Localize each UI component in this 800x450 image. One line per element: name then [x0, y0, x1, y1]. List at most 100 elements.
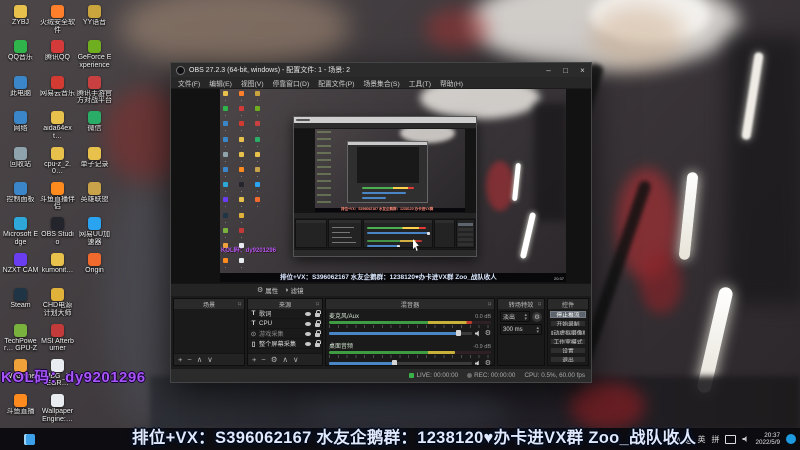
- menu-item[interactable]: 工具(T): [405, 78, 435, 88]
- desktop-icon[interactable]: 网易云音乐: [39, 73, 76, 108]
- desktop-icon[interactable]: YY语音: [76, 2, 113, 37]
- desktop-icon[interactable]: 微信: [76, 108, 113, 143]
- desktop-icon[interactable]: Steam: [2, 285, 39, 320]
- taskbar-clock[interactable]: 20:37 2022/5/9: [755, 432, 780, 446]
- lock-icon[interactable]: [315, 309, 321, 317]
- source-properties-button[interactable]: ⚙ 属性: [257, 285, 278, 295]
- lock-icon[interactable]: [315, 319, 321, 327]
- desktop-icon[interactable]: 腾讯QQ: [39, 37, 76, 72]
- minimize-button[interactable]: –: [540, 63, 557, 77]
- desktop-icon[interactable]: kumonit…: [39, 250, 76, 285]
- desktop-icon[interactable]: 回收站: [2, 144, 39, 179]
- desktop-icon[interactable]: 斗鱼直播: [2, 391, 39, 426]
- control-button[interactable]: 设置: [550, 346, 586, 355]
- menu-item[interactable]: 配置文件(P): [314, 78, 358, 88]
- sources-toolbar-button[interactable]: ∧: [283, 355, 289, 364]
- desktop-icon[interactable]: Origin: [76, 250, 113, 285]
- scenes-toolbar-button[interactable]: −: [187, 355, 191, 364]
- volume-slider-handle[interactable]: [455, 330, 461, 337]
- scenes-toolbar-button[interactable]: ∧: [197, 355, 203, 364]
- sources-toolbar-button[interactable]: ⚙: [271, 355, 278, 364]
- transition-select[interactable]: 淡出 ▴ ▾: [500, 311, 530, 322]
- lock-icon[interactable]: [315, 329, 321, 337]
- desktop-icon[interactable]: 此电脑: [2, 73, 39, 108]
- control-button[interactable]: 停止推流: [550, 311, 586, 319]
- desktop-icon[interactable]: Microsoft Edge: [2, 214, 39, 249]
- taskbar-app-icon[interactable]: [24, 434, 35, 445]
- desktop-icon[interactable]: 斗鱼直播伴侣: [39, 179, 76, 214]
- source-filters-button[interactable]: ◑ 滤镜: [284, 285, 303, 296]
- scenes-toolbar-button[interactable]: ∨: [207, 355, 213, 364]
- maximize-button[interactable]: □: [557, 63, 574, 77]
- sources-toolbar-button[interactable]: ∨: [293, 355, 299, 364]
- desktop-icon[interactable]: aida64ext…: [39, 108, 76, 143]
- desktop-icon[interactable]: 英雄联盟: [76, 179, 113, 214]
- visibility-eye-icon[interactable]: [305, 341, 311, 346]
- speaker-icon[interactable]: [474, 360, 479, 365]
- notification-center-icon[interactable]: [786, 434, 796, 444]
- menu-item[interactable]: 帮助(H): [436, 78, 467, 88]
- sources-toolbar-button[interactable]: −: [261, 355, 265, 364]
- transition-gear-button[interactable]: ⚙: [532, 311, 542, 322]
- visibility-eye-icon[interactable]: [305, 331, 311, 336]
- scenes-toolbar-button[interactable]: +: [178, 355, 182, 364]
- desktop-icon[interactable]: CHD电源计划大师: [39, 285, 76, 320]
- sources-toolbar-button[interactable]: +: [252, 355, 256, 364]
- menu-item[interactable]: 视图(V): [237, 78, 268, 88]
- desktop-icon[interactable]: OBS Studio: [39, 214, 76, 249]
- volume-slider-handle[interactable]: [391, 360, 397, 365]
- control-button[interactable]: 退出: [550, 355, 586, 364]
- control-button[interactable]: 开始录制: [550, 319, 586, 328]
- desktop-icon[interactable]: 单子记录: [76, 144, 113, 179]
- desktop-icon[interactable]: MSI Afterburner: [39, 321, 76, 356]
- desktop-icon[interactable]: 火绒安全软件: [39, 2, 76, 37]
- desktop-icon[interactable]: 网络: [2, 108, 39, 143]
- close-button[interactable]: ×: [574, 63, 591, 77]
- ime-language-indicator[interactable]: 英: [697, 434, 705, 445]
- desktop-icon[interactable]: TechPower… GPU-Z: [2, 321, 39, 356]
- menu-item[interactable]: 文件(F): [174, 78, 204, 88]
- lock-icon[interactable]: [315, 339, 321, 347]
- transitions-panel-header: 转场特效 ⌑: [498, 299, 544, 309]
- desktop-icon[interactable]: ZYBJ: [2, 2, 39, 37]
- desktop-icon[interactable]: 控制面板: [2, 179, 39, 214]
- transition-duration-spinner[interactable]: 300 ms ▴ ▾: [500, 324, 542, 335]
- control-button[interactable]: 启动虚拟摄像机: [550, 328, 586, 337]
- channel-gear-icon[interactable]: ⚙: [485, 360, 491, 365]
- volume-slider[interactable]: [329, 330, 472, 337]
- source-row[interactable]: ▯ 整个屏幕采集: [248, 339, 322, 349]
- desktop-icon[interactable]: 网易UU加速器: [76, 214, 113, 249]
- desktop-icon[interactable]: QQ音乐: [2, 37, 39, 72]
- volume-slider[interactable]: [329, 360, 472, 365]
- source-row[interactable]: T CPU: [248, 319, 322, 329]
- source-row[interactable]: T 歌词: [248, 309, 322, 319]
- mini-desktop-icon: [239, 197, 244, 203]
- menu-item[interactable]: 编辑(E): [205, 78, 236, 88]
- meter-ticks: [329, 355, 491, 358]
- visibility-eye-icon[interactable]: [305, 321, 311, 326]
- obs-titlebar[interactable]: OBS 27.2.3 (64-bit, windows) - 配置文件: 1 -…: [171, 63, 591, 77]
- mixer-panel: 混音器 ⌑ 麦克风/Aux 0.0 dB ⚙ 桌面音频 -0.9 dB ⚙: [325, 298, 495, 366]
- display-tray-icon[interactable]: [725, 434, 737, 444]
- source-row[interactable]: ⊙ 游戏采集: [248, 329, 322, 339]
- menu-item[interactable]: 停靠窗口(D): [269, 78, 314, 88]
- desktop-icon-image: [51, 252, 64, 266]
- channel-gear-icon[interactable]: ⚙: [485, 330, 491, 337]
- menu-item[interactable]: 场景集合(S): [359, 78, 403, 88]
- desktop-icon[interactable]: 腾讯手游官方对战平台: [76, 73, 113, 108]
- obs-dock-panels: 场景 ⌑ + − ∧ ∨ 来源 ⌑ T 歌词 T CPU ⊙ 游戏采集 ▯ 整个…: [171, 296, 591, 368]
- speaker-icon[interactable]: [474, 330, 479, 337]
- visibility-eye-icon[interactable]: [305, 311, 311, 316]
- desktop-icon[interactable]: Wallpaper Engine:…: [39, 391, 76, 426]
- ime-mode-indicator[interactable]: 拼: [711, 434, 719, 445]
- desktop-icon[interactable]: GeForce Experience: [76, 37, 113, 72]
- volume-tray-icon[interactable]: [742, 436, 747, 442]
- obs-preview-canvas[interactable]: KOL码：dy9201296 排位+VX：S396062167 水友企鹅群：12…: [171, 89, 591, 283]
- dock-icon: ⌑: [487, 301, 491, 308]
- obs-window[interactable]: OBS 27.2.3 (64-bit, windows) - 配置文件: 1 -…: [170, 62, 592, 383]
- scenes-list[interactable]: [174, 309, 244, 353]
- control-button[interactable]: 工作室模式: [550, 337, 586, 346]
- mini-desktop-icon: [255, 182, 260, 188]
- desktop-icon[interactable]: NZXT CAM: [2, 250, 39, 285]
- desktop-icon[interactable]: cpu-z_2.0…: [39, 144, 76, 179]
